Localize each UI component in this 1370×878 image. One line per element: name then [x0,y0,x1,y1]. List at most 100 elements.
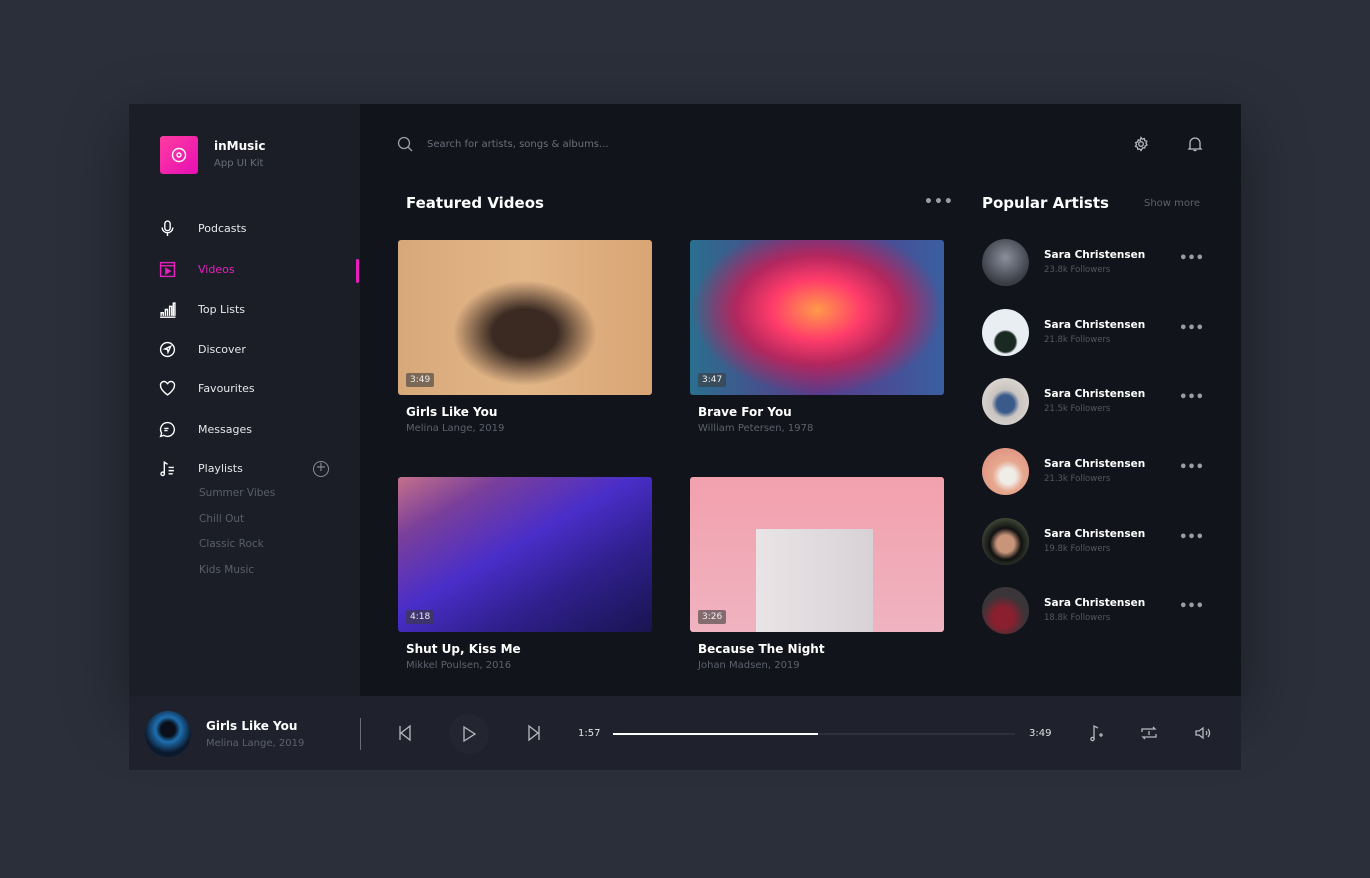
artist-name[interactable]: Sara Christensen [1044,528,1145,540]
duration-badge: 3:26 [698,610,727,624]
more-options-icon[interactable]: ••• [1179,321,1204,336]
search-bar[interactable]: Search for artists, songs & albums... [397,136,609,152]
progress-slider[interactable] [613,733,1015,735]
video-thumbnail[interactable]: 3:47 [690,240,944,395]
video-title[interactable]: Because The Night [698,642,944,656]
artist-row[interactable]: Sara Christensen 21.5k Followers ••• [982,378,1204,426]
video-card[interactable]: 4:18 Shut Up, Kiss Me Mikkel Poulsen, 20… [398,477,652,671]
avatar [982,448,1029,495]
artist-row[interactable]: Sara Christensen 23.8k Followers ••• [982,239,1204,287]
playlist-item[interactable]: Kids Music [199,564,254,576]
video-title[interactable]: Shut Up, Kiss Me [406,642,652,656]
sidebar-item-playlists[interactable]: Playlists [159,460,243,477]
disc-icon [171,147,187,163]
video-title[interactable]: Brave For You [698,405,944,419]
video-subtitle: Johan Madsen, 2019 [698,660,800,671]
next-icon[interactable] [526,724,542,742]
duration-badge: 3:47 [698,373,727,387]
microphone-icon [161,220,174,236]
video-thumbnail[interactable]: 3:26 [690,477,944,632]
more-options-icon[interactable]: ••• [1179,599,1204,614]
total-time: 3:49 [1029,728,1052,739]
add-playlist-button[interactable]: + [313,461,329,477]
play-button[interactable] [449,714,489,754]
artist-followers: 18.8k Followers [1044,613,1111,623]
add-to-playlist-icon[interactable] [1088,724,1104,742]
artist-row[interactable]: Sara Christensen 21.3k Followers ••• [982,448,1204,496]
playlist-item[interactable]: Classic Rock [199,538,264,550]
artist-followers: 21.8k Followers [1044,335,1111,345]
more-options-icon[interactable]: ••• [924,194,954,210]
artist-name[interactable]: Sara Christensen [1044,388,1145,400]
popular-artists-title: Popular Artists [982,194,1109,212]
app-window: inMusic App UI Kit Podcasts Videos Top L… [129,104,1241,696]
sidebar-item-discover[interactable]: Discover [159,341,246,358]
video-subtitle: William Petersen, 1978 [698,423,814,434]
sidebar-item-label: Favourites [198,382,255,395]
heart-icon [159,380,176,396]
sidebar-item-label: Top Lists [198,303,246,316]
sidebar-item-favourites[interactable]: Favourites [159,380,255,397]
avatar [982,309,1029,356]
playlist-item[interactable]: Chill Out [199,513,244,525]
bell-icon[interactable] [1187,136,1203,152]
video-card[interactable]: 3:47 Brave For You William Petersen, 197… [690,240,944,434]
gear-icon[interactable] [1133,136,1149,152]
featured-videos-title: Featured Videos [406,194,544,212]
now-playing-artwork [145,711,191,757]
elapsed-time: 1:57 [578,728,601,739]
video-title[interactable]: Girls Like You [406,405,652,419]
divider [360,718,361,750]
sidebar-item-label: Podcasts [198,222,247,235]
more-options-icon[interactable]: ••• [1179,390,1204,405]
avatar [982,587,1029,634]
artist-name[interactable]: Sara Christensen [1044,319,1145,331]
video-thumbnail[interactable]: 3:49 [398,240,652,395]
repeat-icon[interactable] [1140,724,1158,742]
video-card[interactable]: 3:26 Because The Night Johan Madsen, 201… [690,477,944,671]
previous-icon[interactable] [397,724,413,742]
sidebar-item-messages[interactable]: Messages [159,421,252,438]
sidebar-item-podcasts[interactable]: Podcasts [159,220,247,237]
now-playing-title: Girls Like You [206,719,298,733]
artist-row[interactable]: Sara Christensen 18.8k Followers ••• [982,587,1204,635]
chat-icon [159,421,176,438]
video-thumbnail[interactable]: 4:18 [398,477,652,632]
artist-followers: 19.8k Followers [1044,544,1111,554]
duration-badge: 4:18 [406,610,435,624]
avatar [982,518,1029,565]
artist-followers: 21.5k Followers [1044,404,1111,414]
video-subtitle: Mikkel Poulsen, 2016 [406,660,512,671]
active-indicator [356,259,359,283]
player-bar: Girls Like You Melina Lange, 2019 1:57 3… [129,696,1241,770]
sidebar-item-top-lists[interactable]: Top Lists [159,301,245,318]
artist-name[interactable]: Sara Christensen [1044,597,1145,609]
more-options-icon[interactable]: ••• [1179,460,1204,475]
logo [160,136,198,174]
sidebar-item-videos[interactable]: Videos [159,261,235,278]
search-input[interactable]: Search for artists, songs & albums... [427,139,609,150]
artist-name[interactable]: Sara Christensen [1044,249,1145,261]
bar-chart-icon [160,302,176,318]
search-icon [397,136,413,152]
playlist-item[interactable]: Summer Vibes [199,487,275,499]
artist-row[interactable]: Sara Christensen 19.8k Followers ••• [982,518,1204,566]
now-playing-subtitle: Melina Lange, 2019 [206,738,305,749]
more-options-icon[interactable]: ••• [1179,251,1204,266]
more-options-icon[interactable]: ••• [1179,530,1204,545]
artist-name[interactable]: Sara Christensen [1044,458,1145,470]
avatar [982,239,1029,286]
compass-icon [159,341,176,358]
video-card[interactable]: 3:49 Girls Like You Melina Lange, 2019 [398,240,652,434]
volume-icon[interactable] [1194,724,1212,742]
playlist-icon [160,460,174,477]
artist-followers: 23.8k Followers [1044,265,1111,275]
duration-badge: 3:49 [406,373,435,387]
sidebar-item-label: Messages [198,423,252,436]
play-icon [463,725,477,743]
artist-followers: 21.3k Followers [1044,474,1111,484]
brand-name: inMusic [214,139,266,153]
artist-row[interactable]: Sara Christensen 21.8k Followers ••• [982,309,1204,357]
sidebar-item-label: Playlists [198,462,243,475]
show-more-link[interactable]: Show more [1144,198,1200,209]
